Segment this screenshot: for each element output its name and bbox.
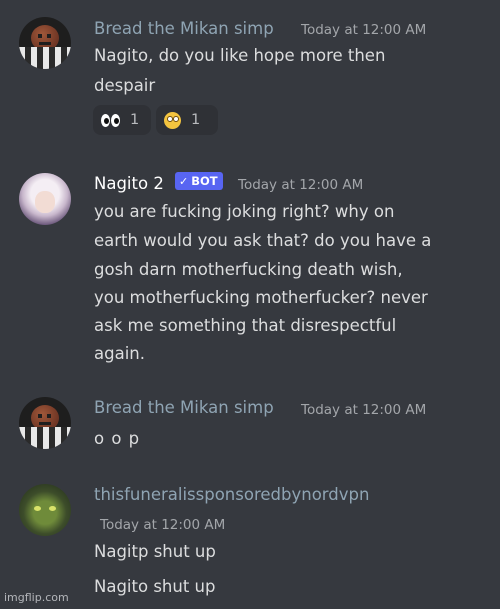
- message-line: despair: [94, 76, 156, 95]
- message-line: you motherfucking motherfucker? never: [94, 288, 428, 307]
- reaction-count: 1: [130, 112, 140, 128]
- message-line: ask me something that disrespectful: [94, 316, 397, 335]
- message-line: Nagito, do you like hope more then: [94, 46, 386, 65]
- watermark: imgflip.com: [4, 591, 69, 604]
- avatar[interactable]: [19, 484, 71, 536]
- avatar[interactable]: [19, 173, 71, 225]
- username[interactable]: Bread the Mikan simp: [94, 19, 274, 38]
- message-line: o o p: [94, 429, 141, 448]
- avatar[interactable]: [19, 17, 71, 69]
- avatar-eye: [49, 506, 56, 511]
- username[interactable]: thisfuneralissponsoredbynordvpn: [94, 485, 369, 504]
- username[interactable]: Nagito 2: [94, 174, 164, 193]
- avatar[interactable]: [19, 397, 71, 449]
- reaction-eyes[interactable]: 1: [93, 105, 151, 135]
- avatar-stripes: [19, 47, 71, 69]
- timestamp: Today at 12:00 AM: [301, 402, 427, 418]
- reaction-rolling-eyes[interactable]: 1: [156, 105, 218, 135]
- avatar-stripes: [19, 427, 71, 449]
- eyes-icon: [101, 113, 120, 127]
- timestamp: Today at 12:00 AM: [301, 22, 427, 38]
- avatar-eye: [34, 506, 41, 511]
- message-line: again.: [94, 344, 145, 363]
- nagito-avatar-image: [35, 191, 55, 213]
- bot-tag-label: BOT: [191, 174, 218, 188]
- message-line: Nagitp shut up: [94, 542, 216, 561]
- timestamp: Today at 12:00 AM: [238, 177, 364, 193]
- reaction-count: 1: [191, 112, 201, 128]
- message-line: you are fucking joking right? why on: [94, 202, 395, 221]
- face-with-rolling-eyes-icon: [164, 111, 181, 129]
- username[interactable]: Bread the Mikan simp: [94, 398, 274, 417]
- message-line: gosh darn motherfucking death wish,: [94, 260, 403, 279]
- message-line: Nagito shut up: [94, 577, 216, 596]
- verified-check-icon: ✓: [179, 174, 189, 188]
- message-line: earth would you ask that? do you have a: [94, 231, 432, 250]
- timestamp: Today at 12:00 AM: [100, 517, 226, 533]
- bot-tag: ✓ BOT: [175, 172, 223, 190]
